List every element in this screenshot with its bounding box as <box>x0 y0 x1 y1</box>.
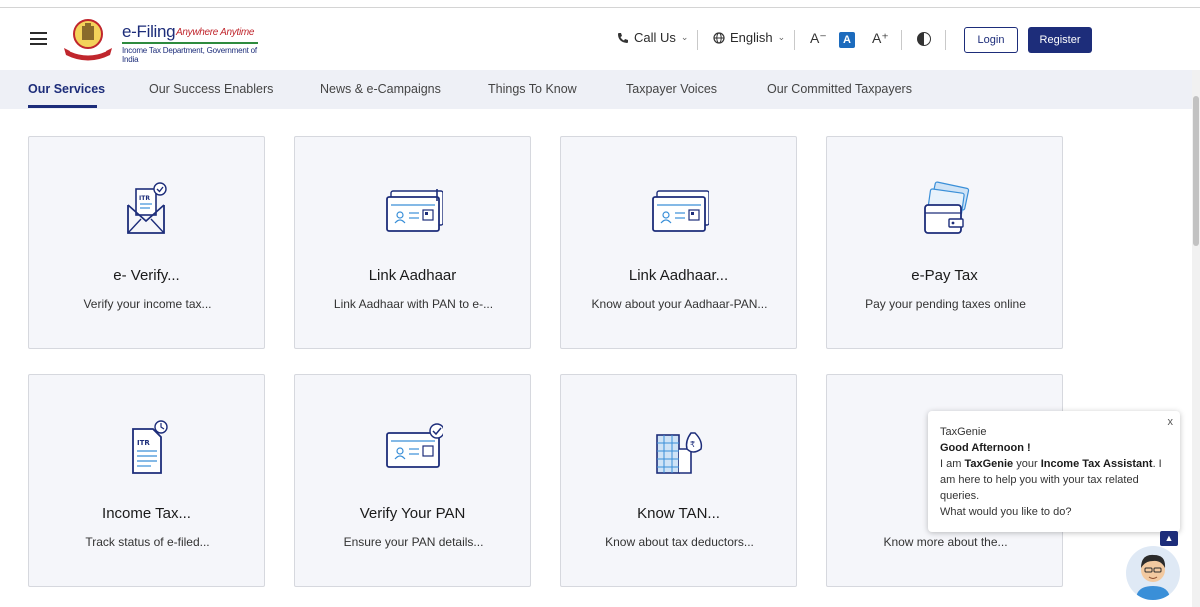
language-label: English <box>730 30 773 45</box>
efiling-logo[interactable]: e-Filing Anywhere Anytime Income Tax Dep… <box>60 18 270 64</box>
services-tab-bar: Our Services Our Success Enablers News &… <box>0 70 1192 109</box>
chat-name: TaxGenie <box>940 426 987 438</box>
divider <box>945 30 946 50</box>
pan-verify-icon <box>386 423 443 468</box>
chat-message: I am TaxGenie your Income Tax Assistant.… <box>940 458 1162 502</box>
scroll-to-top-button[interactable]: ▲ <box>1160 531 1178 546</box>
font-increase-button[interactable]: A⁺ <box>872 30 889 47</box>
tab-news-campaigns[interactable]: News & e-Campaigns <box>320 82 441 96</box>
globe-icon <box>713 31 725 44</box>
itr-status-icon: ITR <box>132 420 168 474</box>
site-header: e-Filing Anywhere Anytime Income Tax Dep… <box>0 8 1200 70</box>
phone-icon <box>618 32 628 43</box>
card-description: Know about tax deductors... <box>605 535 754 549</box>
assistant-avatar-icon <box>1136 554 1170 600</box>
tab-committed-taxpayers[interactable]: Our Committed Taxpayers <box>767 82 912 96</box>
active-tab-indicator <box>28 105 97 108</box>
logo-tagline: Anywhere Anytime <box>176 27 255 38</box>
service-card-link-aadhaar[interactable]: Link Aadhaar Link Aadhaar with PAN to e-… <box>294 136 531 349</box>
close-icon[interactable]: x <box>1168 414 1174 430</box>
tab-success-enablers[interactable]: Our Success Enablers <box>149 82 273 96</box>
tab-our-services[interactable]: Our Services <box>28 82 105 96</box>
service-card-know-tan[interactable]: ₹ Know TAN... Know about tax deductors..… <box>560 374 797 587</box>
taxgenie-avatar[interactable] <box>1126 546 1180 600</box>
contrast-toggle-icon[interactable] <box>917 32 931 46</box>
card-description: Know about your Aadhaar-PAN... <box>591 297 768 311</box>
card-title: e- Verify... <box>113 267 180 284</box>
scrollbar-thumb[interactable] <box>1193 96 1199 246</box>
card-title: Know TAN... <box>637 505 720 522</box>
logo-subtitle: Income Tax Department, Government of Ind… <box>122 46 257 64</box>
service-card-e-pay-tax[interactable]: e-Pay Tax Pay your pending taxes online <box>826 136 1063 349</box>
service-card-link-aadhaar-status[interactable]: Link Aadhaar... Know about your Aadhaar-… <box>560 136 797 349</box>
card-title: e-Pay Tax <box>911 267 978 284</box>
card-description: Link Aadhaar with PAN to e-... <box>333 297 494 311</box>
page-scrollbar[interactable] <box>1192 70 1200 607</box>
register-button[interactable]: Register <box>1028 27 1092 53</box>
divider <box>901 30 902 50</box>
card-description: Verify your income tax... <box>83 297 212 311</box>
call-us-dropdown[interactable]: Call Us ⌄ <box>617 30 688 45</box>
logo-title: e-Filing <box>122 22 176 41</box>
service-card-e-verify[interactable]: ITR e- Verify... Verify your income tax.… <box>28 136 265 349</box>
tan-building-icon: ₹ <box>656 432 703 474</box>
service-card-income-tax-status[interactable]: ITR Income Tax... Track status of e-file… <box>28 374 265 587</box>
chevron-down-icon: ⌄ <box>777 32 786 42</box>
card-title: Income Tax... <box>102 505 191 522</box>
login-button[interactable]: Login <box>964 27 1018 53</box>
service-card-verify-pan[interactable]: Verify Your PAN Ensure your PAN details.… <box>294 374 531 587</box>
chevron-down-icon: ⌄ <box>680 32 689 42</box>
wallet-cards-icon <box>924 181 970 234</box>
card-description: Ensure your PAN details... <box>343 535 484 549</box>
card-title: Link Aadhaar <box>368 267 457 284</box>
language-dropdown[interactable]: English ⌄ <box>713 30 785 45</box>
call-us-label: Call Us <box>634 30 676 45</box>
font-decrease-button[interactable]: A⁻ <box>810 30 827 47</box>
divider <box>697 30 698 50</box>
emblem-icon <box>64 19 112 61</box>
card-title: Link Aadhaar... <box>628 267 729 284</box>
card-description: Track status of e-filed... <box>85 535 210 549</box>
tab-taxpayer-voices[interactable]: Taxpayer Voices <box>626 82 717 96</box>
itr-envelope-icon: ITR <box>127 182 167 234</box>
font-normal-button[interactable]: A <box>839 32 855 48</box>
divider <box>794 30 795 50</box>
aadhaar-card-status-icon <box>652 190 709 232</box>
chat-question: What would you like to do? <box>940 506 1072 518</box>
aadhaar-card-icon <box>386 189 443 232</box>
menu-icon[interactable] <box>30 32 47 45</box>
taxgenie-chat-popup[interactable]: x TaxGenie Good Afternoon ! I am TaxGeni… <box>928 411 1180 532</box>
svg-text:ITR: ITR <box>139 195 150 202</box>
chat-greeting: Good Afternoon ! <box>940 442 1031 454</box>
tab-things-to-know[interactable]: Things To Know <box>488 82 577 96</box>
svg-text:₹: ₹ <box>690 440 695 449</box>
logo-rule <box>122 42 258 44</box>
card-title: Verify Your PAN <box>359 505 466 522</box>
card-description: Know more about the... <box>883 535 1008 549</box>
card-description: Pay your pending taxes online <box>865 297 1026 311</box>
svg-text:ITR: ITR <box>137 439 150 447</box>
